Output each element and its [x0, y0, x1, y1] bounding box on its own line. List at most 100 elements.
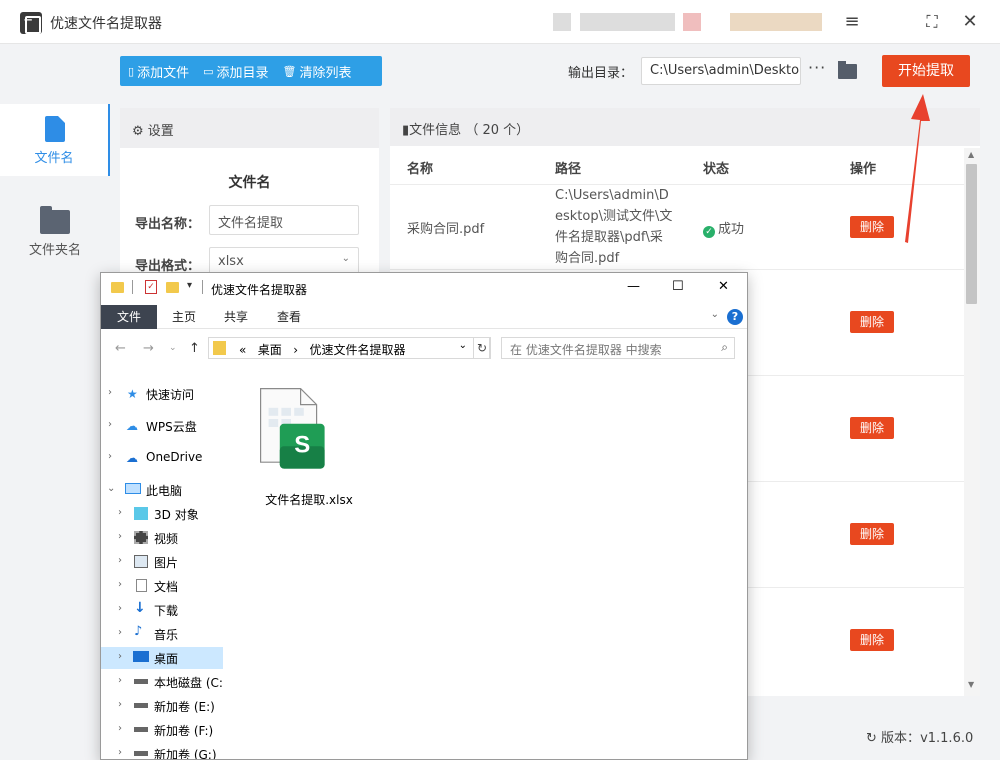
start-extract-button[interactable]: 开始提取	[882, 55, 970, 87]
tab-home[interactable]: 主页	[158, 305, 210, 329]
help-icon[interactable]: ?	[727, 309, 743, 325]
customize-toolbar-icon[interactable]: ▾	[187, 280, 192, 291]
nav-item-pictures[interactable]: › 图片	[101, 551, 223, 573]
breadcrumb-current[interactable]: 优速文件名提取器	[310, 343, 406, 357]
refresh-icon[interactable]: ↻	[866, 731, 877, 746]
chevron-right-icon[interactable]: ›	[118, 531, 122, 542]
user-avatar	[553, 13, 571, 31]
nav-item-drive-c[interactable]: › 本地磁盘 (C:	[101, 671, 223, 693]
chevron-right-icon[interactable]: ›	[108, 451, 112, 462]
add-directory-label: 添加目录	[216, 65, 269, 81]
chevron-right-icon[interactable]: ›	[118, 555, 122, 566]
up-icon[interactable]: ↑	[189, 341, 200, 356]
separator	[132, 280, 133, 294]
cloud-icon: ☁	[126, 451, 138, 465]
chevron-right-icon[interactable]: ›	[118, 507, 122, 518]
nav-item-drive-g[interactable]: › 新加卷 (G:)	[101, 743, 223, 759]
back-icon[interactable]: ←	[115, 341, 126, 356]
sidebar-item-label: 文件夹名	[28, 243, 81, 258]
file-name-label: 文件名提取.xlsx	[265, 493, 353, 507]
open-folder-icon[interactable]	[838, 61, 857, 79]
close-icon[interactable]: ✕	[958, 10, 982, 34]
nav-item-this-pc[interactable]: ⌄ 此电脑	[101, 479, 223, 501]
scroll-down-icon[interactable]: ▼	[968, 680, 974, 689]
version-number: v1.1.6.0	[920, 731, 974, 746]
menu-icon[interactable]: ≡	[840, 10, 864, 34]
breadcrumb-desktop[interactable]: 桌面	[258, 343, 282, 357]
properties-icon[interactable]: ✓	[145, 280, 157, 294]
scrollbar-thumb[interactable]	[966, 164, 977, 304]
chevron-right-icon[interactable]: ›	[118, 603, 122, 614]
tab-view[interactable]: 查看	[263, 305, 315, 329]
nav-item-3d-objects[interactable]: › 3D 对象	[101, 503, 223, 525]
sheet-badge: S	[294, 432, 310, 459]
cube-icon	[134, 507, 148, 520]
refresh-icon[interactable]: ↻	[473, 337, 491, 359]
chevron-right-icon[interactable]: ›	[108, 419, 112, 430]
chevron-right-icon[interactable]: ›	[118, 699, 122, 710]
chevron-right-icon[interactable]: ›	[118, 651, 122, 662]
sidebar-item-filename[interactable]: 文件名	[0, 104, 110, 176]
search-input[interactable]: 在 优速文件名提取器 中搜索 ⌕	[501, 337, 735, 359]
chevron-down-icon[interactable]: ⌄	[459, 340, 467, 351]
nav-item-videos[interactable]: › 视频	[101, 527, 223, 549]
settings-title: 设置	[147, 124, 174, 139]
computer-icon	[125, 483, 141, 494]
tab-share[interactable]: 共享	[210, 305, 262, 329]
column-header-path[interactable]: 路径	[555, 158, 581, 177]
clear-list-button[interactable]: 🗑︎ 清除列表	[275, 62, 358, 81]
chevron-right-icon[interactable]: ›	[118, 747, 122, 758]
chevron-down-icon[interactable]: ⌄	[107, 483, 115, 494]
nav-label: 下载	[154, 604, 179, 618]
path-field[interactable]: « 桌面 › 优速文件名提取器 ⌄	[208, 337, 490, 359]
chevron-right-icon[interactable]: ›	[118, 627, 122, 638]
separator	[202, 280, 203, 294]
forward-icon[interactable]: →	[143, 341, 154, 356]
more-options-button[interactable]: ···	[808, 58, 826, 77]
delete-button[interactable]: 删除	[850, 216, 894, 238]
column-header-status[interactable]: 状态	[703, 158, 729, 177]
tab-file[interactable]: 文件	[101, 305, 157, 329]
nav-item-quick-access[interactable]: › ★ 快速访问	[101, 383, 223, 405]
chevron-right-icon[interactable]: ›	[118, 579, 122, 590]
export-name-input[interactable]: 文件名提取	[209, 205, 359, 235]
scroll-up-icon[interactable]: ▲	[968, 150, 974, 159]
vip-badge-blurred[interactable]	[730, 13, 822, 31]
output-dir-field[interactable]: C:\Users\admin\Desktop	[641, 57, 801, 85]
title-bar: 优速文件名提取器 ≡ ⛶ ✕	[0, 0, 1000, 44]
file-count: （ 20 个）	[465, 123, 530, 138]
nav-item-desktop[interactable]: › 桌面	[101, 647, 223, 669]
breadcrumb-overflow[interactable]: «	[239, 343, 246, 357]
maximize-icon[interactable]: ☐	[672, 279, 684, 294]
nav-item-documents[interactable]: › 文档	[101, 575, 223, 597]
recent-locations-icon[interactable]: ⌄	[169, 343, 177, 353]
chevron-right-icon[interactable]: ›	[118, 675, 122, 686]
nav-item-wps-cloud[interactable]: › ☁ WPS云盘	[101, 415, 223, 437]
nav-item-drive-f[interactable]: › 新加卷 (F:)	[101, 719, 223, 741]
success-icon: ✓	[703, 226, 715, 238]
delete-button[interactable]: 删除	[850, 629, 894, 651]
explorer-title: 优速文件名提取器	[211, 283, 308, 297]
delete-button[interactable]: 删除	[850, 311, 894, 333]
nav-item-drive-e[interactable]: › 新加卷 (E:)	[101, 695, 223, 717]
chevron-down-icon[interactable]: ⌄	[711, 309, 719, 320]
nav-item-onedrive[interactable]: › ☁ OneDrive	[101, 447, 223, 469]
add-file-button[interactable]: ▯ 添加文件	[120, 62, 195, 81]
column-header-action[interactable]: 操作	[850, 158, 876, 177]
close-icon[interactable]: ✕	[718, 279, 729, 294]
add-directory-button[interactable]: ▭ 添加目录	[195, 62, 274, 81]
settings-header: ⚙ 设置	[120, 108, 379, 148]
delete-button[interactable]: 删除	[850, 523, 894, 545]
maximize-icon[interactable]: ⛶	[920, 10, 944, 34]
nav-item-downloads[interactable]: › ↓ 下载	[101, 599, 223, 621]
search-placeholder: 在 优速文件名提取器 中搜索	[510, 343, 662, 357]
chevron-right-icon[interactable]: ›	[108, 387, 112, 398]
nav-item-music[interactable]: › ♪ 音乐	[101, 623, 223, 645]
chevron-right-icon[interactable]: ›	[118, 723, 122, 734]
minimize-icon[interactable]: —	[627, 279, 640, 294]
sidebar-item-foldername[interactable]: 文件夹名	[0, 196, 110, 268]
new-folder-icon[interactable]	[166, 282, 179, 293]
delete-button[interactable]: 删除	[850, 417, 894, 439]
column-header-name[interactable]: 名称	[407, 158, 433, 177]
breadcrumb-separator: ›	[293, 343, 299, 357]
